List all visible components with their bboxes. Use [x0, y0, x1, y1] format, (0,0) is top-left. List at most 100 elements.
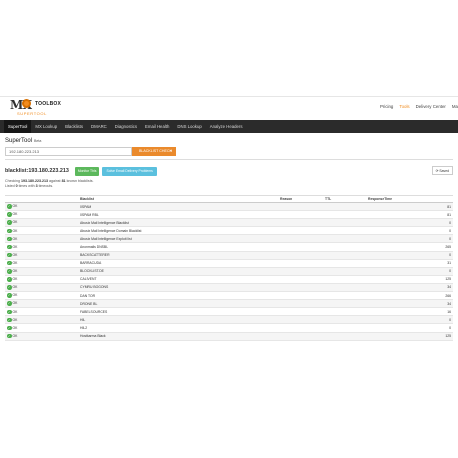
nav-item[interactable]: Pricing [380, 104, 393, 109]
blacklist-name-cell[interactable]: 0SPAM [78, 202, 278, 212]
response-time-cell: 81 [366, 202, 453, 212]
check-circle-icon: ✓ [7, 293, 12, 298]
status-cell: ✓ OK [5, 202, 78, 212]
tab-dmarc[interactable]: DMARC [87, 120, 111, 133]
ttl-cell [323, 234, 366, 244]
tab-email-health[interactable]: Email Health [141, 120, 173, 133]
solve-delivery-button[interactable]: Solve Email Delivery Problems [102, 166, 157, 176]
blacklist-name-cell[interactable]: HIL [78, 315, 278, 325]
blacklist-name-cell[interactable]: BARRACUDA [78, 259, 278, 268]
blacklist-name-cell[interactable]: FABELSOURCES [78, 307, 278, 317]
status-text: OK [12, 325, 18, 330]
blacklist-name-cell[interactable]: DRONE BL [78, 299, 278, 309]
check-circle-icon: ✓ [7, 228, 12, 234]
tab-supertool[interactable]: SuperTool [4, 120, 32, 133]
search-row: BLACKLIST CHECK ▾ [5, 147, 453, 156]
blacklist-name-cell[interactable]: CYMRU BOGONS [78, 283, 278, 293]
reason-cell [278, 299, 323, 309]
nav-item[interactable]: Delivery Center [416, 104, 446, 109]
check-circle-icon: ✓ [7, 301, 12, 306]
status-text: OK [12, 333, 18, 338]
response-time-cell: 0 [366, 234, 453, 244]
tab-blacklists[interactable]: Blacklists [61, 120, 87, 133]
ttl-cell [323, 283, 366, 293]
ttl-cell [323, 315, 366, 325]
check-circle-icon: ✓ [7, 204, 12, 209]
beta-badge: Beta [34, 139, 42, 143]
tool-tab-bar: SuperTool MX Lookup Blacklists DMARC Diagnos… [0, 120, 458, 133]
logo-supertool-text: SUPERTOOL [17, 111, 47, 116]
search-input[interactable] [5, 147, 132, 156]
reason-cell [278, 291, 323, 301]
result-title: blacklist:193.180.223.213 [5, 168, 69, 174]
reason-cell [278, 218, 323, 228]
reason-cell [278, 210, 323, 220]
check-circle-icon: ✓ [7, 309, 12, 315]
table-row: ✓ OK Hostkarma Black 125 [5, 332, 453, 341]
response-time-cell: 266 [366, 291, 453, 301]
table-header-row: Blacklist Reason TTL ResponseTime [5, 195, 453, 203]
table-row: ✓ OK Abusix Mail Intelligence Blacklist 0 [5, 218, 453, 228]
page-title-text: SuperTool [5, 138, 33, 144]
table-row: ✓ OK DRONE BL 34 [5, 299, 453, 309]
response-time-cell: 31 [366, 259, 453, 268]
nav-item[interactable]: Tools [399, 104, 409, 109]
blacklist-check-button[interactable]: BLACKLIST CHECK ▾ [132, 147, 176, 156]
table-row: ✓ OK 0SPAM RBL 81 [5, 210, 453, 220]
saved-button[interactable]: ⟳ Saved [431, 166, 453, 175]
status-cell: ✓ OK [5, 315, 78, 325]
blacklist-name-cell[interactable]: Hostkarma Black [78, 332, 278, 341]
status-cell: ✓ OK [5, 242, 78, 252]
check-circle-icon: ✓ [7, 236, 12, 242]
tab-dns-lookup[interactable]: DNS Lookup [173, 120, 205, 133]
status-cell: ✓ OK [5, 259, 78, 268]
blacklist-name-cell[interactable]: DAN TOR [78, 291, 278, 301]
status-text: OK [12, 220, 18, 225]
reason-cell [278, 275, 323, 284]
response-time-cell: 265 [366, 242, 453, 252]
tab-diagnostics[interactable]: Diagnostics [111, 120, 141, 133]
site-header: MX TOOLBOX SUPERTOOL Pricing Tools Deliver… [0, 96, 458, 120]
summary-text: Checking [5, 179, 20, 183]
reason-cell [278, 259, 323, 268]
saved-label: Saved [439, 169, 449, 173]
blacklist-name-cell[interactable]: HIL2 [78, 323, 278, 333]
blacklist-results-table: Blacklist Reason TTL ResponseTime ✓ OK 0SP… [5, 195, 453, 341]
blacklist-name-cell[interactable]: Abusix Mail Intelligence Blacklist [78, 218, 278, 228]
gear-icon [22, 99, 31, 108]
summary-listed-count: 0 [15, 184, 18, 188]
column-header-ttl[interactable]: TTL [323, 195, 366, 203]
column-header-response-time[interactable]: ResponseTime [366, 195, 453, 203]
ttl-cell [323, 307, 366, 317]
blacklist-name-cell[interactable]: 0SPAM RBL [78, 210, 278, 220]
table-row: ✓ OK Abusix Mail Intelligence Exploit list… [5, 234, 453, 244]
blacklist-name-cell[interactable]: BLOCKLIST.DE [78, 267, 278, 276]
reason-cell [278, 234, 323, 244]
chevron-down-icon[interactable]: ▾ [170, 147, 172, 156]
summary-text: Listed [5, 184, 15, 188]
response-time-cell: 0 [366, 315, 453, 325]
status-text: OK [12, 309, 18, 314]
blacklist-name-cell[interactable]: Anonmails DNSBL [78, 242, 278, 252]
mxtoolbox-logo[interactable]: MX TOOLBOX SUPERTOOL [7, 98, 71, 118]
check-circle-icon: ✓ [7, 333, 12, 339]
nav-item[interactable]: Ma [452, 104, 458, 109]
ttl-cell [323, 242, 366, 252]
table-row: ✓ OK BARRACUDA 31 [5, 259, 453, 268]
reason-cell [278, 226, 323, 236]
monitor-this-button[interactable]: Monitor This [74, 166, 100, 176]
summary-count: 81 [61, 179, 66, 183]
tab-analyze-headers[interactable]: Analyze Headers [206, 120, 247, 133]
table-row: ✓ OK CALIVENT 125 [5, 275, 453, 284]
column-header-blacklist[interactable]: Blacklist [78, 195, 278, 203]
blacklist-name-cell[interactable]: Abusix Mail Intelligence Domain Blacklis… [78, 226, 278, 236]
status-text: OK [12, 244, 18, 249]
tab-mx-lookup[interactable]: MX Lookup [31, 120, 61, 133]
blacklist-name-cell[interactable]: Abusix Mail Intelligence Exploit list [78, 234, 278, 244]
refresh-icon: ⟳ [435, 169, 439, 173]
status-cell: ✓ OK [5, 307, 78, 317]
blacklist-name-cell[interactable]: BACKSCATTERER [78, 251, 278, 260]
column-header-reason[interactable]: Reason [278, 195, 323, 203]
status-cell: ✓ OK [5, 234, 78, 244]
blacklist-name-cell[interactable]: CALIVENT [78, 275, 278, 284]
